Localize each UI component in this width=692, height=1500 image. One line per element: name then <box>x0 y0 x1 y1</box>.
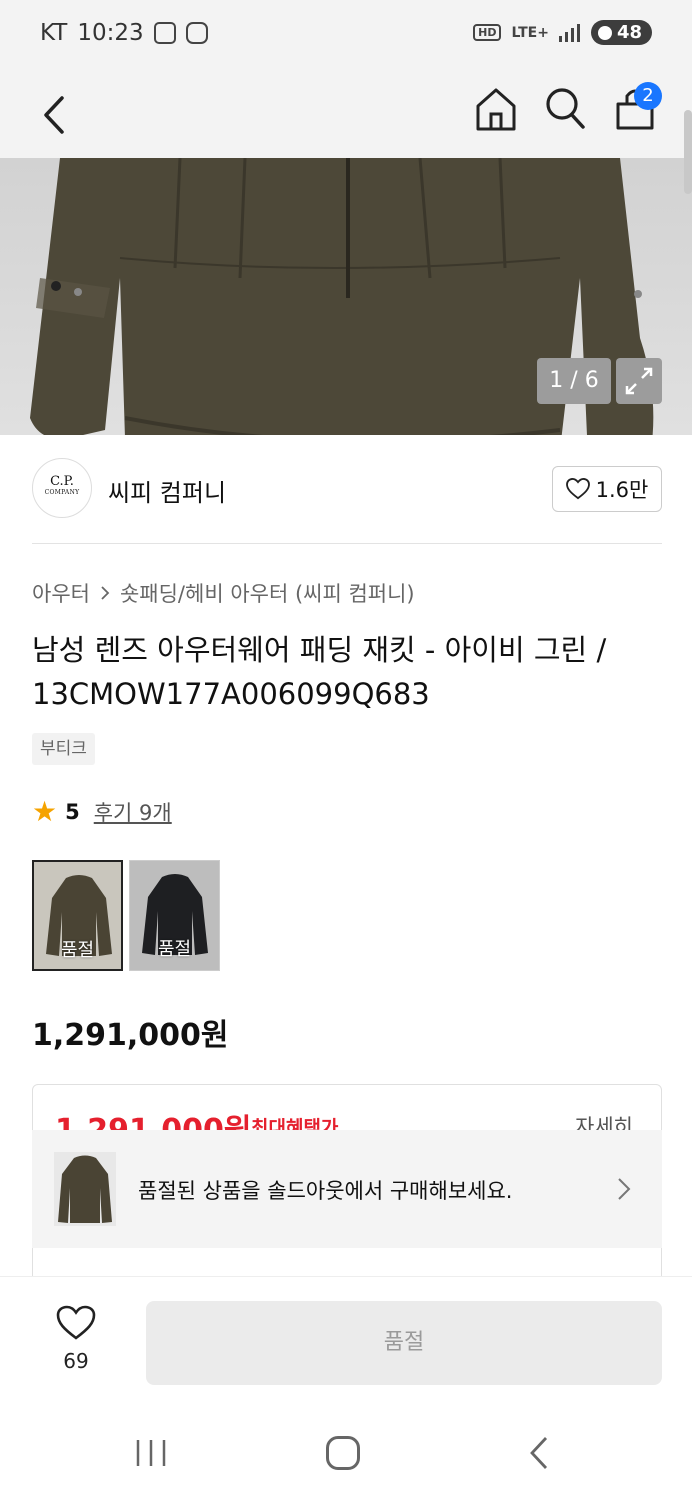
breadcrumb-item[interactable]: 아우터 <box>32 578 90 608</box>
cart-count-badge: 2 <box>634 82 662 110</box>
brand-like-button[interactable]: 1.6만 <box>552 466 662 512</box>
status-left: KT 10:23 <box>40 20 208 46</box>
expand-icon <box>625 367 653 395</box>
network-type: LTE+ <box>511 24 549 41</box>
color-swatches: 품절 품절 <box>32 860 220 971</box>
system-navigation-bar <box>0 1400 692 1500</box>
carrier-label: KT <box>40 20 68 46</box>
rating-row: ★ 5 후기 9개 <box>32 797 172 827</box>
instagram-notification-icon <box>185 22 208 44</box>
heart-icon <box>56 1305 96 1340</box>
wishlist-count: 69 <box>63 1349 89 1373</box>
cart-button[interactable]: 2 <box>612 82 662 132</box>
jacket-thumbnail <box>54 1152 116 1226</box>
color-swatch-green[interactable]: 품절 <box>32 860 123 971</box>
signal-icon <box>558 23 581 42</box>
brand-name[interactable]: 씨피 컴퍼니 <box>108 473 226 508</box>
product-price: 1,291,000원 <box>32 1018 229 1053</box>
breadcrumb-item[interactable]: 숏패딩/헤비 아우터 (씨피 컴퍼니) <box>120 578 415 608</box>
heart-icon <box>565 478 590 500</box>
status-right: HD LTE+ 48 <box>473 20 652 45</box>
wishlist-button[interactable]: 69 <box>50 1305 102 1373</box>
product-title: 남성 렌즈 아우터웨어 패딩 재킷 - 아이비 그린 / 13CMOW177A0… <box>32 633 607 711</box>
home-icon[interactable] <box>474 86 518 132</box>
chevron-right-icon <box>618 1178 631 1200</box>
boutique-tag: 부티크 <box>32 733 95 765</box>
screenshot-notification-icon <box>153 22 176 44</box>
soldout-banner-text: 품절된 상품을 솔드아웃에서 구매해보세요. <box>138 1179 513 1203</box>
recent-apps-icon[interactable] <box>134 1438 168 1468</box>
battery-indicator: 48 <box>590 20 652 45</box>
status-bar: KT 10:23 HD LTE+ 48 <box>0 0 692 72</box>
back-icon[interactable] <box>36 90 80 140</box>
chevron-right-icon <box>101 586 110 600</box>
star-icon: ★ <box>32 795 58 828</box>
bottom-action-bar: 69 품절 <box>0 1276 692 1400</box>
image-counter: 1 / 6 <box>537 358 611 404</box>
buy-button-disabled[interactable]: 품절 <box>146 1301 662 1385</box>
top-nav: 2 <box>0 72 692 158</box>
hd-voice-icon: HD <box>473 24 502 41</box>
system-back-icon[interactable] <box>528 1436 550 1470</box>
soldout-banner[interactable]: 품절된 상품을 솔드아웃에서 구매해보세요. <box>32 1130 662 1248</box>
brand-logo-line1: C.P. <box>50 474 74 489</box>
reviews-link[interactable]: 후기 9개 <box>94 797 172 827</box>
brand-row: C.P. COMPANY 씨피 컴퍼니 1.6만 <box>32 458 662 522</box>
color-swatch-black[interactable]: 품절 <box>129 860 220 971</box>
page-scrollbar[interactable] <box>684 110 692 194</box>
swatch-soldout-label: 품절 <box>157 939 192 960</box>
brand-like-count: 1.6만 <box>595 478 649 502</box>
expand-image-button[interactable] <box>616 358 662 404</box>
clock: 10:23 <box>77 20 144 46</box>
rating-score: 5 <box>65 800 80 824</box>
swatch-soldout-label: 품절 <box>60 940 95 961</box>
home-button-icon[interactable] <box>326 1436 360 1470</box>
brand-logo[interactable]: C.P. COMPANY <box>32 458 92 518</box>
product-image-gallery[interactable]: 1 / 6 <box>0 158 692 435</box>
divider <box>32 543 662 544</box>
breadcrumb: 아우터 숏패딩/헤비 아우터 (씨피 컴퍼니) <box>32 578 415 608</box>
search-icon[interactable] <box>544 86 586 130</box>
brand-logo-line2: COMPANY <box>44 489 80 496</box>
